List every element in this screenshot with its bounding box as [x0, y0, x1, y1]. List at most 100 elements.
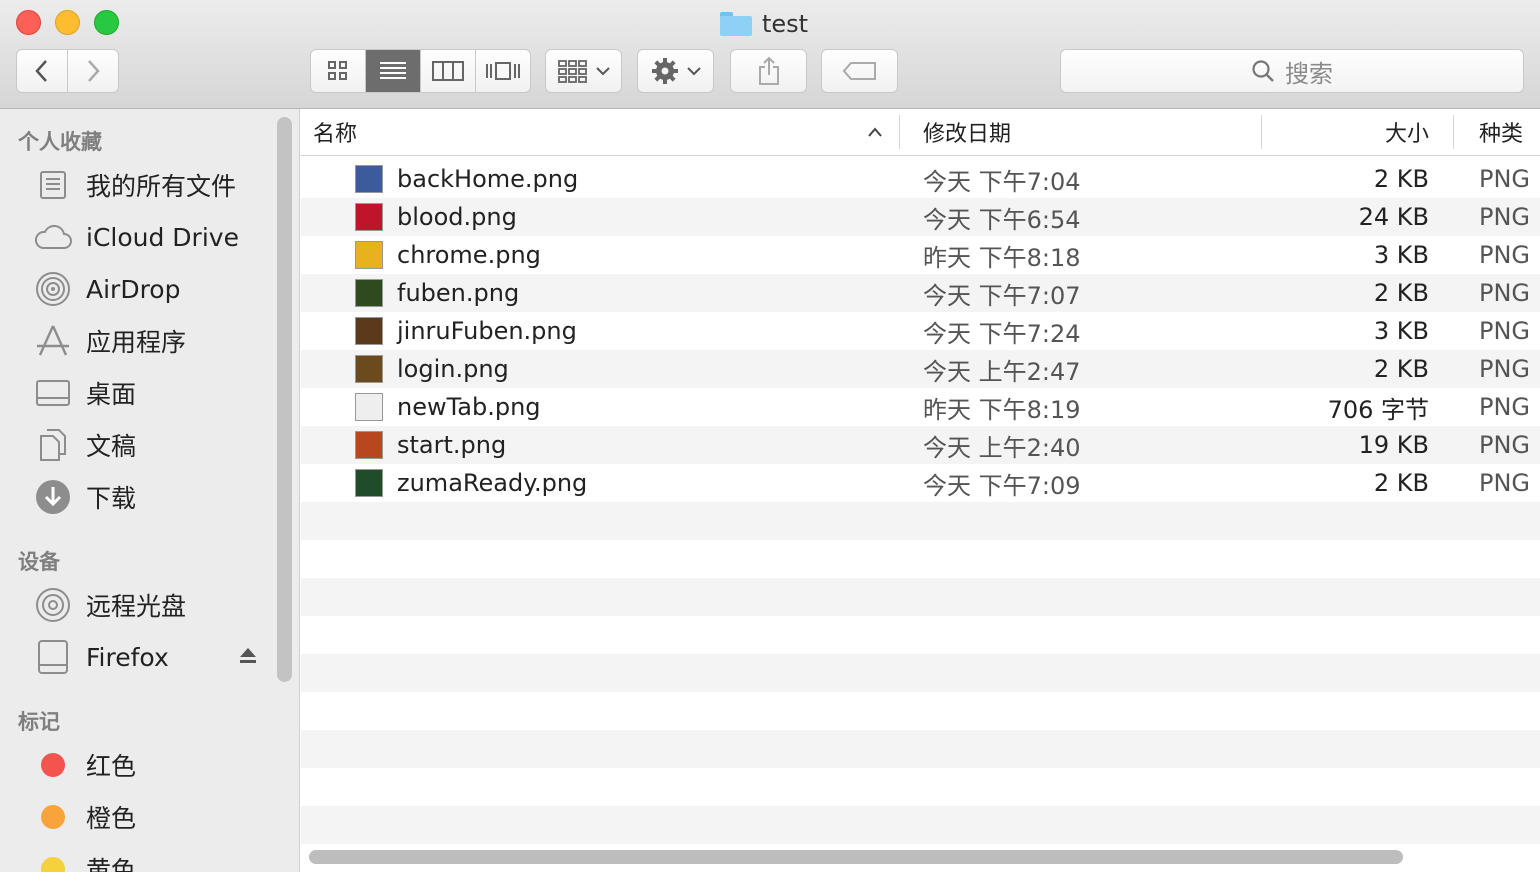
sidebar-item-firefox[interactable]: Firefox — [34, 635, 169, 679]
column-divider[interactable] — [899, 115, 900, 149]
file-date: 今天 下午7:04 — [923, 167, 1081, 196]
sidebar-item-remote-disc[interactable]: 远程光盘 — [34, 583, 186, 627]
action-button[interactable] — [637, 49, 714, 93]
sidebar: 个人收藏 我的所有文件 iCloud Drive AirDrop 应用程序 桌面… — [0, 109, 300, 872]
all-files-icon — [34, 166, 72, 204]
file-size: 3 KB — [1373, 241, 1429, 269]
column-view-icon — [432, 61, 464, 81]
file-row[interactable]: start.png 今天 上午2:40 19 KB PNG — [301, 426, 1540, 464]
desktop-icon — [34, 374, 72, 412]
file-row[interactable]: newTab.png 昨天 下午8:19 706 字节 PNG — [301, 388, 1540, 426]
tag-dot-icon — [41, 753, 65, 777]
icon-view-button[interactable] — [311, 50, 366, 92]
file-row[interactable]: zumaReady.png 今天 下午7:09 2 KB PNG — [301, 464, 1540, 502]
file-kind: PNG — [1479, 241, 1531, 269]
empty-row — [301, 768, 1540, 806]
file-date: 昨天 下午8:19 — [923, 395, 1081, 424]
chevron-left-icon — [35, 60, 47, 82]
cloud-icon — [34, 218, 72, 256]
file-date: 今天 下午7:07 — [923, 281, 1081, 310]
sidebar-item-desktop[interactable]: 桌面 — [34, 371, 136, 415]
sidebar-item-label: 橙色 — [86, 804, 137, 833]
list-view-icon — [380, 62, 406, 79]
sidebar-item-tag-orange[interactable]: 橙色 — [34, 795, 136, 839]
tag-dot-icon — [41, 805, 65, 829]
file-row[interactable]: blood.png 今天 下午6:54 24 KB PNG — [301, 198, 1540, 236]
cover-flow-view-button[interactable] — [476, 50, 530, 92]
tag-button[interactable] — [821, 49, 898, 93]
png-thumbnail-icon — [355, 165, 383, 193]
column-divider[interactable] — [1453, 115, 1454, 149]
horizontal-scrollbar[interactable] — [309, 850, 1403, 864]
sidebar-item-tag-red[interactable]: 红色 — [34, 743, 136, 787]
share-button[interactable] — [730, 49, 807, 93]
file-name: chrome.png — [397, 241, 541, 269]
chevron-down-icon — [595, 67, 610, 76]
file-name: start.png — [397, 431, 507, 459]
file-name: newTab.png — [397, 393, 541, 421]
file-row[interactable]: login.png 今天 上午2:47 2 KB PNG — [301, 350, 1540, 388]
column-header-name[interactable]: 名称 — [313, 109, 357, 155]
png-thumbnail-icon — [355, 469, 383, 497]
sidebar-item-all-files[interactable]: 我的所有文件 — [34, 163, 236, 207]
disc-icon — [34, 586, 72, 624]
chevron-right-icon — [88, 60, 100, 82]
list-view-button[interactable] — [366, 50, 421, 92]
column-header-size[interactable]: 大小 — [1281, 109, 1429, 155]
sort-ascending-icon[interactable] — [867, 109, 883, 155]
eject-icon[interactable] — [238, 646, 258, 671]
file-size: 706 字节 — [1327, 395, 1429, 424]
file-size: 3 KB — [1373, 317, 1429, 345]
file-kind: PNG — [1479, 355, 1531, 383]
sidebar-item-applications[interactable]: 应用程序 — [34, 319, 186, 363]
file-size: 19 KB — [1358, 431, 1429, 459]
column-header-date[interactable]: 修改日期 — [923, 109, 1011, 155]
file-list: 名称 修改日期 大小 种类 backHome.png 今天 下午7:04 2 KB P… — [301, 109, 1540, 872]
chevron-down-icon — [686, 67, 701, 76]
file-kind: PNG — [1479, 393, 1531, 421]
documents-icon — [34, 426, 72, 464]
back-button[interactable] — [17, 50, 68, 92]
file-row[interactable]: jinruFuben.png 今天 下午7:24 3 KB PNG — [301, 312, 1540, 350]
tags-heading: 标记 — [18, 710, 60, 734]
sidebar-item-documents[interactable]: 文稿 — [34, 423, 136, 467]
nav-buttons — [16, 49, 119, 93]
empty-row — [301, 654, 1540, 692]
arrange-button[interactable] — [545, 49, 622, 93]
sidebar-item-downloads[interactable]: 下载 — [34, 475, 136, 519]
sidebar-item-label: 应用程序 — [86, 328, 187, 357]
sidebar-item-tag-yellow[interactable]: 黄色 — [34, 847, 136, 872]
sidebar-item-label: 黄色 — [86, 856, 137, 872]
column-divider[interactable] — [1261, 115, 1262, 149]
sidebar-item-icloud-drive[interactable]: iCloud Drive — [34, 215, 239, 259]
png-thumbnail-icon — [355, 431, 383, 459]
file-name: jinruFuben.png — [397, 317, 577, 345]
png-thumbnail-icon — [355, 241, 383, 269]
favorites-heading: 个人收藏 — [18, 130, 102, 154]
file-kind: PNG — [1479, 431, 1531, 459]
close-button[interactable] — [16, 10, 41, 35]
share-icon — [758, 56, 779, 85]
gear-icon — [651, 58, 678, 84]
empty-row — [301, 578, 1540, 616]
list-header: 名称 修改日期 大小 种类 — [301, 109, 1540, 156]
minimize-button[interactable] — [55, 10, 80, 35]
forward-button[interactable] — [68, 50, 118, 92]
sidebar-scrollbar[interactable] — [277, 117, 292, 682]
file-date: 今天 下午6:54 — [923, 205, 1081, 234]
column-view-button[interactable] — [421, 50, 476, 92]
file-row[interactable]: chrome.png 昨天 下午8:18 3 KB PNG — [301, 236, 1540, 274]
zoom-button[interactable] — [94, 10, 119, 35]
file-row[interactable]: backHome.png 今天 下午7:04 2 KB PNG — [301, 160, 1540, 198]
sidebar-item-label: Firefox — [86, 642, 169, 672]
png-thumbnail-icon — [355, 279, 383, 307]
file-name: login.png — [397, 355, 509, 383]
cover-flow-view-icon — [486, 62, 520, 80]
column-header-kind[interactable]: 种类 — [1479, 109, 1523, 155]
file-name: backHome.png — [397, 165, 579, 193]
file-row[interactable]: fuben.png 今天 下午7:07 2 KB PNG — [301, 274, 1540, 312]
empty-row — [301, 540, 1540, 578]
search-placeholder: 搜索 — [1285, 59, 1333, 88]
search-field[interactable]: 搜索 — [1060, 49, 1524, 93]
sidebar-item-airdrop[interactable]: AirDrop — [34, 267, 180, 311]
